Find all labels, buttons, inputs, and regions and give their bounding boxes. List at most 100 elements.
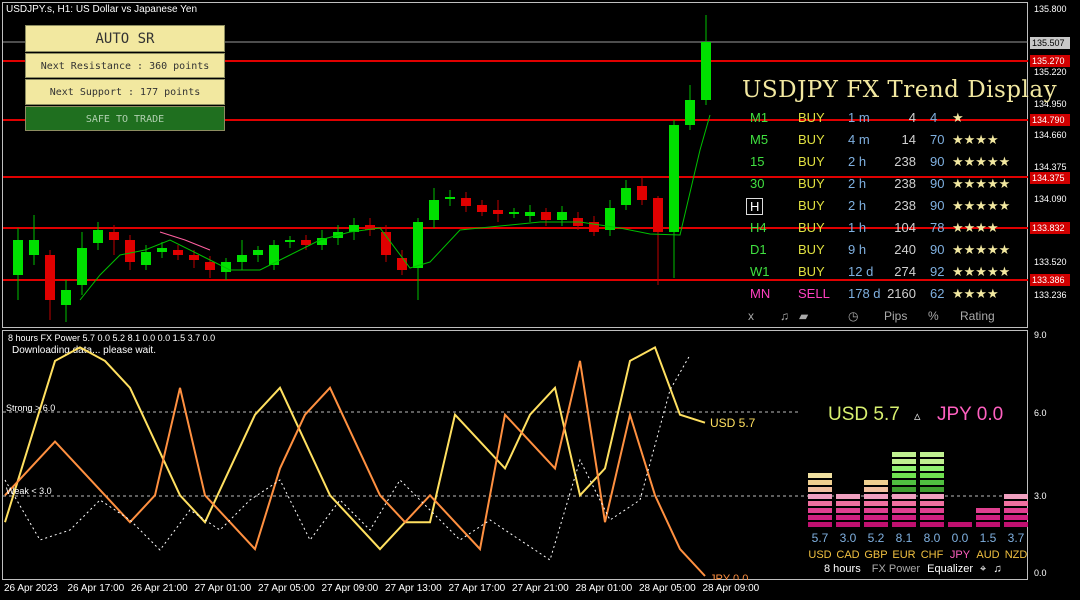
candle xyxy=(557,212,567,220)
sound-icon[interactable]: ♫ xyxy=(993,563,1001,575)
sr-price-tag-5: 133.386 xyxy=(1030,274,1070,286)
trend-rating-stars: ★★★★ xyxy=(952,220,999,235)
equalizer-segment xyxy=(920,501,944,506)
candle xyxy=(493,210,503,214)
equalizer-segment xyxy=(836,494,860,499)
equalizer-segment xyxy=(808,515,832,520)
music-icon[interactable]: ♫ xyxy=(780,309,789,323)
equalizer-segment xyxy=(892,466,916,471)
candle xyxy=(125,240,135,262)
trend-row[interactable]: 30 BUY 2 h 238 90 ★★★★★ xyxy=(744,176,1029,196)
candle xyxy=(93,230,103,243)
auto-sr-title[interactable]: AUTO SR xyxy=(25,25,225,52)
moving-average-line xyxy=(79,114,711,301)
trend-footer: x ♫ ▰ ◷ Pips % Rating xyxy=(744,309,1029,327)
candle xyxy=(397,258,407,270)
trend-row[interactable]: M5 BUY 4 m 14 70 ★★★★ xyxy=(744,132,1029,152)
equalizer-bar xyxy=(948,520,972,527)
time-axis-label: 27 Apr 21:00 xyxy=(512,583,569,594)
equalizer-segment xyxy=(976,522,1000,527)
equalizer-segment xyxy=(836,508,860,513)
equalizer-value: 8.1 xyxy=(895,531,913,545)
close-icon[interactable]: x xyxy=(748,309,754,323)
equalizer-segment xyxy=(920,522,944,527)
hours-label[interactable]: 8 hours xyxy=(824,563,861,575)
equalizer-currency[interactable]: AUD xyxy=(973,549,1003,561)
equalizer-segment xyxy=(808,522,832,527)
trend-pips: 14 xyxy=(901,132,916,147)
rating-header: Rating xyxy=(960,309,995,323)
equalizer-currency[interactable]: EUR xyxy=(889,549,919,561)
equalizer-segment xyxy=(892,522,916,527)
equalizer-currency[interactable]: CAD xyxy=(833,549,863,561)
equalizer-segment xyxy=(948,522,972,527)
trend-row[interactable]: H BUY 2 h 238 90 ★★★★★ xyxy=(744,198,1029,218)
equalizer-segment xyxy=(892,487,916,492)
equalizer-segment xyxy=(1004,522,1028,527)
price-axis-label: 134.090 xyxy=(1034,194,1067,204)
trend-percent: 92 xyxy=(930,264,945,279)
trend-direction: BUY xyxy=(798,176,825,191)
time-axis-label: 28 Apr 01:00 xyxy=(575,583,633,594)
equalizer-segment xyxy=(1004,508,1028,513)
candle xyxy=(13,240,23,275)
candle xyxy=(109,232,119,240)
candle xyxy=(541,212,551,220)
crosshair-icon[interactable]: ⌖ xyxy=(980,563,986,575)
equalizer-value: 5.2 xyxy=(867,531,885,545)
clock-icon[interactable]: ◷ xyxy=(848,309,858,323)
equalizer-segment xyxy=(864,515,888,520)
candle xyxy=(141,252,151,265)
trend-percent: 90 xyxy=(930,242,945,257)
candle xyxy=(525,212,535,216)
equalizer-currency[interactable]: JPY xyxy=(945,549,975,561)
jpy-power-line xyxy=(4,360,706,577)
percent-header: % xyxy=(928,309,939,323)
trend-direction: SELL xyxy=(798,286,830,301)
trend-row[interactable]: 15 BUY 2 h 238 90 ★★★★★ xyxy=(744,154,1029,174)
equalizer-segment xyxy=(1004,501,1028,506)
trend-direction: BUY xyxy=(798,110,825,125)
candle xyxy=(429,200,439,220)
trend-row[interactable]: D1 BUY 9 h 240 90 ★★★★★ xyxy=(744,242,1029,262)
time-axis-label: 27 Apr 05:00 xyxy=(258,583,315,594)
equalizer-currency[interactable]: CHF xyxy=(917,549,947,561)
equalizer-segment xyxy=(836,501,860,506)
equalizer-segment xyxy=(836,522,860,527)
trend-row[interactable]: M1 BUY 1 m 4 4 ★ xyxy=(744,110,1029,130)
current-price-tag: 135.507 xyxy=(1030,37,1070,49)
fx-power-label[interactable]: FX Power xyxy=(872,563,920,575)
equalizer-currency[interactable]: GBP xyxy=(861,549,891,561)
trend-row[interactable]: H4 BUY 1 h 104 78 ★★★★ xyxy=(744,220,1029,240)
trend-duration: 12 d xyxy=(848,264,874,279)
equalizer-segment xyxy=(892,459,916,464)
candle xyxy=(413,222,423,268)
time-axis-label: 26 Apr 21:00 xyxy=(131,583,188,594)
next-resistance-label: Next Resistance : 360 points xyxy=(25,53,225,78)
equalizer-segment xyxy=(864,494,888,499)
equalizer-segment xyxy=(808,473,832,478)
trend-pips: 238 xyxy=(894,176,916,191)
equalizer-value: 8.0 xyxy=(923,531,941,545)
equalizer-segment xyxy=(892,508,916,513)
trend-timeframe: 15 xyxy=(750,154,765,169)
power-axis-label: 0.0 xyxy=(1034,568,1047,578)
trend-duration: 2 h xyxy=(848,176,867,191)
trend-row[interactable]: W1 BUY 12 d 274 92 ★★★★★ xyxy=(744,264,1029,284)
chart-icon[interactable]: ▰ xyxy=(799,309,808,323)
trend-row[interactable]: MN SELL 178 d 2160 62 ★★★★ xyxy=(744,286,1029,306)
equalizer-currency[interactable]: NZD xyxy=(1001,549,1031,561)
trend-direction: BUY xyxy=(798,220,825,235)
equalizer-segment xyxy=(892,501,916,506)
power-axis-label: 9.0 xyxy=(1034,330,1047,340)
trend-pips: 4 xyxy=(908,110,916,125)
equalizer-segment xyxy=(892,480,916,485)
equalizer-currency[interactable]: USD xyxy=(805,549,835,561)
trend-duration: 9 h xyxy=(848,242,867,257)
trend-percent: 70 xyxy=(930,132,945,147)
candle xyxy=(685,100,695,125)
equalizer-segment xyxy=(1004,494,1028,499)
equalizer-label[interactable]: Equalizer xyxy=(927,563,973,575)
candle xyxy=(205,262,215,270)
trend-rating-stars: ★★★★★ xyxy=(952,176,1011,191)
